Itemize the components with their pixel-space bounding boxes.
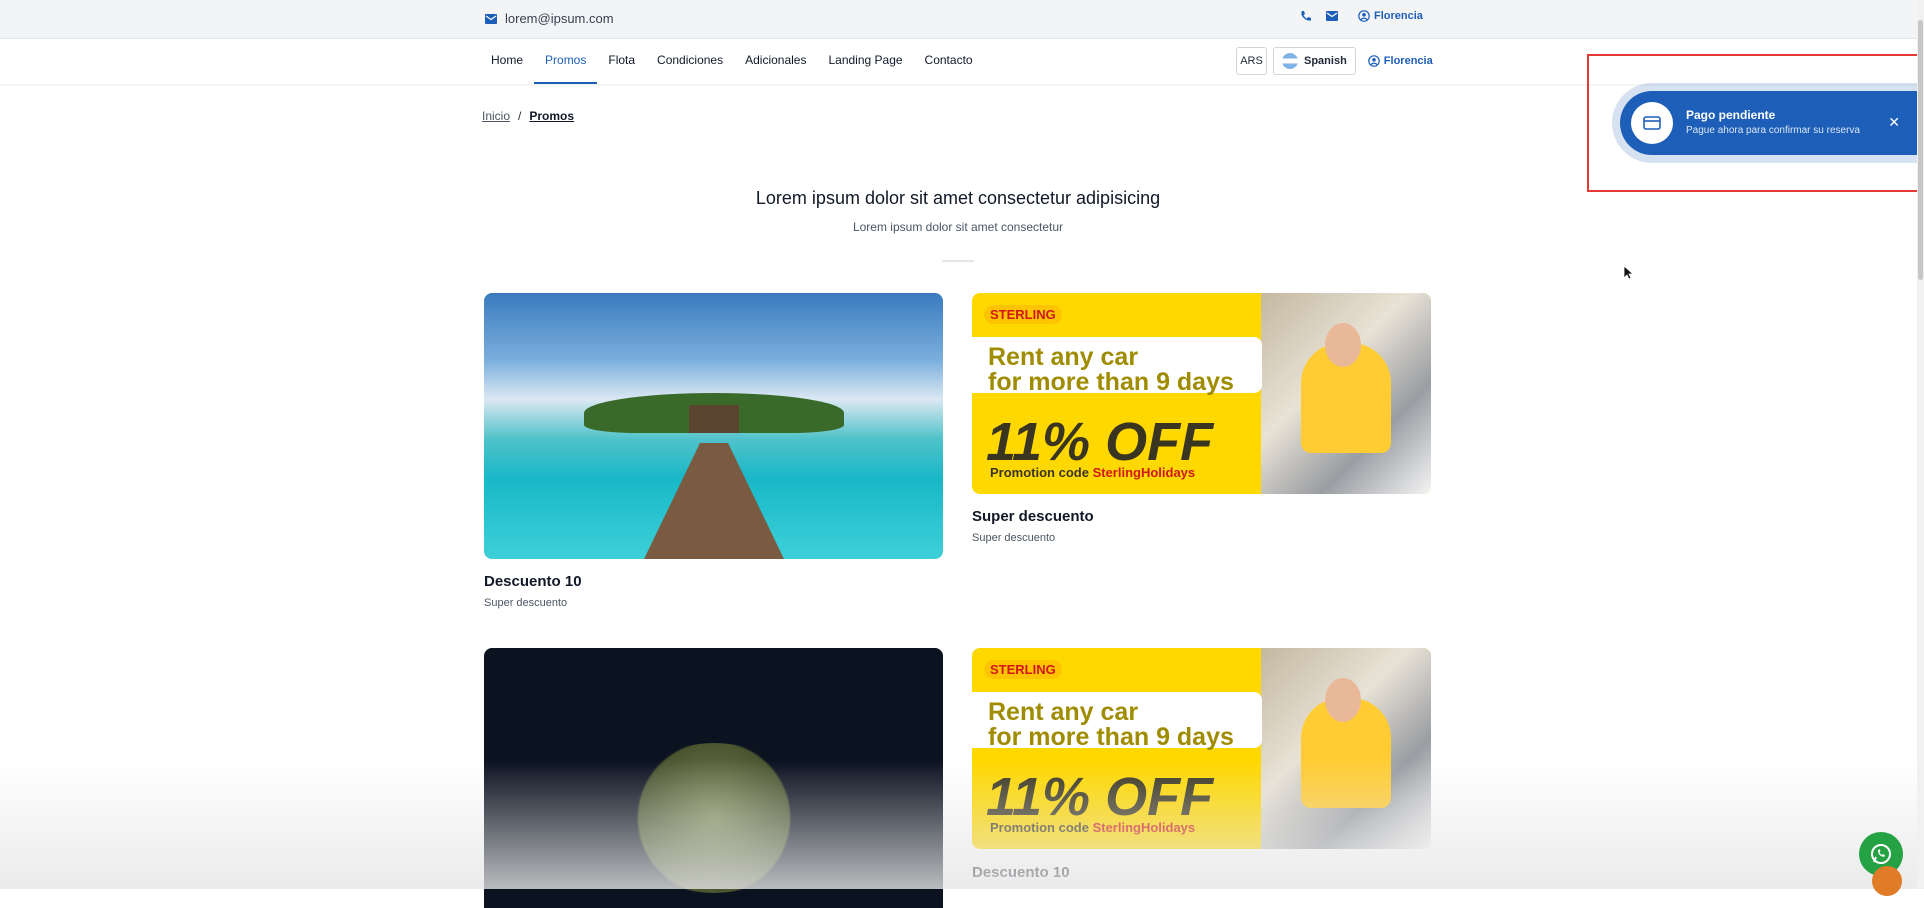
- credit-card-icon: [1643, 116, 1661, 130]
- contact-email[interactable]: lorem@ipsum.com: [485, 11, 614, 26]
- nav-adicionales[interactable]: Adicionales: [734, 39, 817, 84]
- nav-user-link[interactable]: Florencia: [1367, 55, 1433, 67]
- phone-icon[interactable]: [1300, 10, 1312, 22]
- promo-card-subtitle: Super descuento: [484, 597, 568, 609]
- language-label: Spanish: [1304, 55, 1347, 67]
- currency-selector[interactable]: ARS: [1236, 47, 1267, 75]
- page-subtitle: Lorem ipsum dolor sit amet consectetur: [852, 220, 1064, 234]
- promo-discount: 11% OFF: [986, 767, 1214, 827]
- promo-line-2: for more than 9 days: [988, 368, 1234, 396]
- nav-promos[interactable]: Promos: [534, 39, 598, 84]
- hut-graphic: [689, 405, 739, 433]
- nav-links: Home Promos Flota Condiciones Adicionale…: [480, 39, 984, 84]
- top-user-link[interactable]: Florencia: [1358, 10, 1423, 22]
- driver-head-graphic: [1325, 678, 1361, 722]
- language-selector[interactable]: Spanish: [1273, 47, 1356, 75]
- tree-graphic: [614, 743, 814, 893]
- promo-card-subtitle: Super descuento: [972, 532, 1056, 544]
- sterling-logo: STERLING: [984, 660, 1062, 679]
- mail-icon: [485, 13, 497, 24]
- promo-card-image-night[interactable]: [484, 648, 943, 908]
- nav-flota[interactable]: Flota: [597, 39, 646, 84]
- nav-right: ARS Spanish Florencia: [1236, 47, 1433, 75]
- driver-head-graphic: [1325, 323, 1361, 367]
- close-icon[interactable]: ✕: [1888, 114, 1900, 131]
- promo-card-title[interactable]: Descuento 10: [484, 573, 582, 590]
- mouse-cursor-icon: [1624, 266, 1634, 280]
- promo-code-value: SterlingHolidays: [1092, 465, 1196, 480]
- nav-condiciones[interactable]: Condiciones: [646, 39, 734, 84]
- nav-user-name: Florencia: [1383, 55, 1433, 67]
- promo-card-title[interactable]: Descuento 10: [972, 864, 1070, 881]
- scrollbar-thumb[interactable]: [1918, 20, 1923, 280]
- breadcrumb: Inicio / Promos: [482, 109, 574, 123]
- dock-graphic: [644, 443, 784, 559]
- bottom-fade: [0, 760, 1924, 889]
- promo-card-image-sterling[interactable]: STERLING Rent any car for more than 9 da…: [972, 293, 1431, 494]
- promo-code-label: Promotion code: [990, 820, 1093, 835]
- breadcrumb-home[interactable]: Inicio: [482, 109, 510, 123]
- argentina-flag-icon: [1282, 53, 1298, 69]
- promo-line-2: for more than 9 days: [988, 723, 1234, 751]
- breadcrumb-current[interactable]: Promos: [529, 109, 574, 123]
- nav-contacto[interactable]: Contacto: [914, 39, 984, 84]
- top-user-name: Florencia: [1374, 10, 1423, 22]
- top-bar-actions: Florencia: [1300, 10, 1423, 22]
- sterling-logo: STERLING: [984, 305, 1062, 324]
- mail-icon[interactable]: [1326, 11, 1338, 21]
- promo-card-image-beach[interactable]: [484, 293, 943, 559]
- toast-title: Pago pendiente: [1686, 108, 1776, 122]
- email-text: lorem@ipsum.com: [505, 11, 614, 26]
- toast-message: Pague ahora para confirmar su reserva: [1686, 125, 1860, 136]
- user-circle-icon: [1358, 10, 1370, 22]
- payment-pending-toast[interactable]: Pago pendiente Pague ahora para confirma…: [1620, 91, 1920, 155]
- user-circle-icon: [1367, 55, 1380, 67]
- title-divider: [942, 260, 974, 262]
- page-scrollbar[interactable]: [1917, 0, 1924, 889]
- chat-avatar[interactable]: [1872, 866, 1902, 896]
- toast-icon-wrap: [1631, 102, 1673, 144]
- promo-code-value: SterlingHolidays: [1092, 820, 1196, 835]
- promo-discount: 11% OFF: [986, 412, 1214, 472]
- whatsapp-icon: [1871, 844, 1891, 864]
- promo-card-image-sterling[interactable]: STERLING Rent any car for more than 9 da…: [972, 648, 1431, 849]
- page-title: Lorem ipsum dolor sit amet consectetur a…: [755, 188, 1161, 208]
- nav-landing-page[interactable]: Landing Page: [817, 39, 913, 84]
- promo-code-line: Promotion code SterlingHolidays: [990, 465, 1195, 480]
- top-bar: lorem@ipsum.com Florencia: [0, 0, 1924, 39]
- promo-card-title[interactable]: Super descuento: [972, 508, 1094, 525]
- promo-code-line: Promotion code SterlingHolidays: [990, 820, 1195, 835]
- breadcrumb-separator: /: [518, 109, 522, 123]
- promo-code-label: Promotion code: [990, 465, 1093, 480]
- nav-home[interactable]: Home: [480, 39, 534, 84]
